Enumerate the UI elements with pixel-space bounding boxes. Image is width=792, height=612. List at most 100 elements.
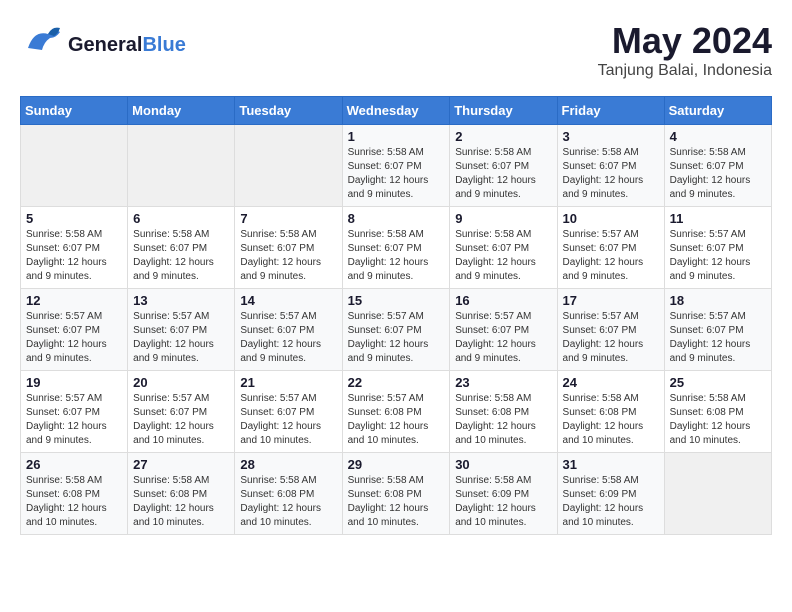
- day-number: 18: [670, 293, 766, 308]
- day-info: Sunrise: 5:58 AM Sunset: 6:08 PM Dayligh…: [563, 392, 659, 448]
- calendar-cell: 12 Sunrise: 5:57 AM Sunset: 6:07 PM Dayli…: [21, 289, 128, 371]
- day-number: 13: [133, 293, 229, 308]
- day-info: Sunrise: 5:58 AM Sunset: 6:07 PM Dayligh…: [455, 228, 551, 284]
- weekday-header-row: SundayMondayTuesdayWednesdayThursdayFrid…: [21, 97, 772, 125]
- calendar-cell: [21, 125, 128, 207]
- calendar-cell: 15 Sunrise: 5:57 AM Sunset: 6:07 PM Dayli…: [342, 289, 450, 371]
- day-info: Sunrise: 5:57 AM Sunset: 6:07 PM Dayligh…: [240, 310, 336, 366]
- calendar-week-3: 12 Sunrise: 5:57 AM Sunset: 6:07 PM Dayli…: [21, 289, 772, 371]
- day-info: Sunrise: 5:58 AM Sunset: 6:08 PM Dayligh…: [348, 474, 445, 530]
- calendar-cell: 13 Sunrise: 5:57 AM Sunset: 6:07 PM Dayli…: [128, 289, 235, 371]
- calendar-cell: 31 Sunrise: 5:58 AM Sunset: 6:09 PM Dayli…: [557, 453, 664, 535]
- calendar-cell: 6 Sunrise: 5:58 AM Sunset: 6:07 PM Daylig…: [128, 207, 235, 289]
- day-info: Sunrise: 5:58 AM Sunset: 6:09 PM Dayligh…: [563, 474, 659, 530]
- weekday-header-saturday: Saturday: [664, 97, 771, 125]
- day-info: Sunrise: 5:58 AM Sunset: 6:09 PM Dayligh…: [455, 474, 551, 530]
- day-number: 31: [563, 457, 659, 472]
- day-number: 19: [26, 375, 122, 390]
- calendar-table: SundayMondayTuesdayWednesdayThursdayFrid…: [20, 96, 772, 535]
- day-number: 22: [348, 375, 445, 390]
- day-number: 28: [240, 457, 336, 472]
- calendar-cell: [664, 453, 771, 535]
- day-number: 2: [455, 129, 551, 144]
- page-title: May 2024: [598, 20, 772, 62]
- day-number: 15: [348, 293, 445, 308]
- day-info: Sunrise: 5:58 AM Sunset: 6:08 PM Dayligh…: [670, 392, 766, 448]
- page-header: GeneralBlue May 2024 Tanjung Balai, Indo…: [20, 20, 772, 80]
- day-info: Sunrise: 5:58 AM Sunset: 6:07 PM Dayligh…: [348, 146, 445, 202]
- day-number: 21: [240, 375, 336, 390]
- day-info: Sunrise: 5:57 AM Sunset: 6:07 PM Dayligh…: [670, 228, 766, 284]
- calendar-cell: 4Sunrise: 5:58 AM Sunset: 6:07 PM Daylig…: [664, 125, 771, 207]
- day-info: Sunrise: 5:57 AM Sunset: 6:07 PM Dayligh…: [133, 392, 229, 448]
- calendar-cell: 9 Sunrise: 5:58 AM Sunset: 6:07 PM Daylig…: [450, 207, 557, 289]
- day-info: Sunrise: 5:57 AM Sunset: 6:07 PM Dayligh…: [455, 310, 551, 366]
- day-number: 20: [133, 375, 229, 390]
- weekday-header-tuesday: Tuesday: [235, 97, 342, 125]
- calendar-cell: 26 Sunrise: 5:58 AM Sunset: 6:08 PM Dayli…: [21, 453, 128, 535]
- day-info: Sunrise: 5:57 AM Sunset: 6:07 PM Dayligh…: [26, 392, 122, 448]
- day-number: 8: [348, 211, 445, 226]
- day-number: 14: [240, 293, 336, 308]
- weekday-header-friday: Friday: [557, 97, 664, 125]
- weekday-header-thursday: Thursday: [450, 97, 557, 125]
- day-number: 24: [563, 375, 659, 390]
- day-number: 17: [563, 293, 659, 308]
- day-number: 30: [455, 457, 551, 472]
- calendar-header: SundayMondayTuesdayWednesdayThursdayFrid…: [21, 97, 772, 125]
- page-subtitle: Tanjung Balai, Indonesia: [598, 62, 772, 80]
- day-info: Sunrise: 5:57 AM Sunset: 6:07 PM Dayligh…: [348, 310, 445, 366]
- day-number: 16: [455, 293, 551, 308]
- calendar-cell: 7Sunrise: 5:58 AM Sunset: 6:07 PM Daylig…: [235, 207, 342, 289]
- weekday-header-monday: Monday: [128, 97, 235, 125]
- day-info: Sunrise: 5:58 AM Sunset: 6:07 PM Dayligh…: [455, 146, 551, 202]
- day-number: 23: [455, 375, 551, 390]
- day-number: 3: [563, 129, 659, 144]
- calendar-week-1: 1 Sunrise: 5:58 AM Sunset: 6:07 PM Daylig…: [21, 125, 772, 207]
- calendar-cell: 11 Sunrise: 5:57 AM Sunset: 6:07 PM Dayli…: [664, 207, 771, 289]
- calendar-cell: 27Sunrise: 5:58 AM Sunset: 6:08 PM Dayli…: [128, 453, 235, 535]
- day-number: 6: [133, 211, 229, 226]
- day-info: Sunrise: 5:58 AM Sunset: 6:08 PM Dayligh…: [26, 474, 122, 530]
- day-info: Sunrise: 5:57 AM Sunset: 6:08 PM Dayligh…: [348, 392, 445, 448]
- calendar-cell: 10Sunrise: 5:57 AM Sunset: 6:07 PM Dayli…: [557, 207, 664, 289]
- title-section: May 2024 Tanjung Balai, Indonesia: [598, 20, 772, 80]
- day-info: Sunrise: 5:58 AM Sunset: 6:07 PM Dayligh…: [133, 228, 229, 284]
- calendar-cell: 14 Sunrise: 5:57 AM Sunset: 6:07 PM Dayli…: [235, 289, 342, 371]
- day-info: Sunrise: 5:57 AM Sunset: 6:07 PM Dayligh…: [240, 392, 336, 448]
- calendar-cell: 2 Sunrise: 5:58 AM Sunset: 6:07 PM Daylig…: [450, 125, 557, 207]
- calendar-cell: [128, 125, 235, 207]
- day-number: 11: [670, 211, 766, 226]
- day-number: 26: [26, 457, 122, 472]
- day-number: 1: [348, 129, 445, 144]
- day-number: 4: [670, 129, 766, 144]
- day-info: Sunrise: 5:57 AM Sunset: 6:07 PM Dayligh…: [563, 228, 659, 284]
- day-number: 25: [670, 375, 766, 390]
- day-info: Sunrise: 5:58 AM Sunset: 6:08 PM Dayligh…: [133, 474, 229, 530]
- weekday-header-wednesday: Wednesday: [342, 97, 450, 125]
- day-info: Sunrise: 5:57 AM Sunset: 6:07 PM Dayligh…: [133, 310, 229, 366]
- logo: GeneralBlue: [20, 20, 186, 69]
- calendar-cell: 3 Sunrise: 5:58 AM Sunset: 6:07 PM Daylig…: [557, 125, 664, 207]
- day-info: Sunrise: 5:57 AM Sunset: 6:07 PM Dayligh…: [26, 310, 122, 366]
- calendar-cell: 17Sunrise: 5:57 AM Sunset: 6:07 PM Dayli…: [557, 289, 664, 371]
- weekday-header-sunday: Sunday: [21, 97, 128, 125]
- day-number: 29: [348, 457, 445, 472]
- logo-text: GeneralBlue: [68, 34, 186, 56]
- day-number: 5: [26, 211, 122, 226]
- day-info: Sunrise: 5:57 AM Sunset: 6:07 PM Dayligh…: [670, 310, 766, 366]
- calendar-cell: 24 Sunrise: 5:58 AM Sunset: 6:08 PM Dayli…: [557, 371, 664, 453]
- calendar-cell: 28Sunrise: 5:58 AM Sunset: 6:08 PM Dayli…: [235, 453, 342, 535]
- day-number: 9: [455, 211, 551, 226]
- logo-icon: [20, 20, 64, 69]
- day-number: 7: [240, 211, 336, 226]
- calendar-cell: 21 Sunrise: 5:57 AM Sunset: 6:07 PM Dayli…: [235, 371, 342, 453]
- calendar-cell: 23Sunrise: 5:58 AM Sunset: 6:08 PM Dayli…: [450, 371, 557, 453]
- calendar-cell: 5Sunrise: 5:58 AM Sunset: 6:07 PM Daylig…: [21, 207, 128, 289]
- day-info: Sunrise: 5:58 AM Sunset: 6:07 PM Dayligh…: [563, 146, 659, 202]
- calendar-week-4: 19 Sunrise: 5:57 AM Sunset: 6:07 PM Dayli…: [21, 371, 772, 453]
- day-number: 12: [26, 293, 122, 308]
- calendar-cell: [235, 125, 342, 207]
- calendar-week-5: 26 Sunrise: 5:58 AM Sunset: 6:08 PM Dayli…: [21, 453, 772, 535]
- calendar-body: 1 Sunrise: 5:58 AM Sunset: 6:07 PM Daylig…: [21, 125, 772, 535]
